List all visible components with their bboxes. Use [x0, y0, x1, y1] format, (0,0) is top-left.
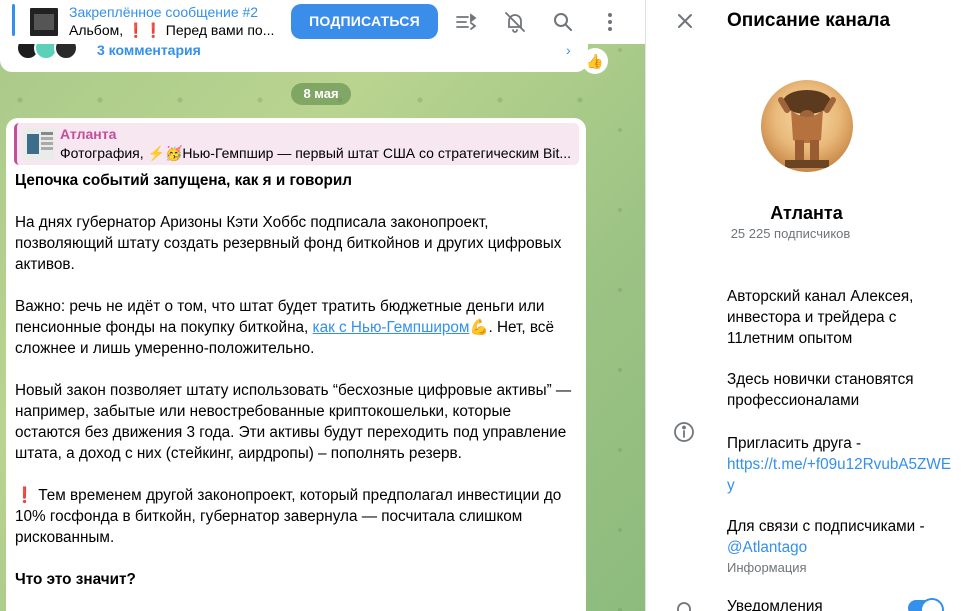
description-line: Здесь новички становятся профессионалами — [727, 371, 914, 409]
exclamation-icon: ❗ — [15, 487, 35, 504]
flex-emoji: 💪 — [469, 319, 489, 336]
info-caption: Информация — [727, 560, 807, 575]
chevron-right-icon[interactable]: › — [566, 42, 571, 58]
channel-message: Атланта Фотография, ⚡🥳Нью-Гемпшир — перв… — [6, 118, 586, 611]
subscriber-count: 25 225 подписчиков — [730, 226, 851, 241]
chat-area: 3 комментария › 👍 8 мая Атланта Фотограф… — [0, 0, 645, 611]
description-line: Авторский канал Алексея, инвестора и тре… — [727, 288, 914, 347]
close-icon[interactable] — [673, 9, 697, 33]
notifications-toggle[interactable] — [908, 598, 944, 611]
invite-link[interactable]: https://t.me/+f09u12RvubA5ZWEy — [727, 454, 952, 496]
paragraph-text: Тем временем другой законопроект, которы… — [15, 487, 562, 546]
pinned-message[interactable]: Закреплённое сообщение #2 Альбом, ❗❗ Пер… — [69, 3, 279, 40]
search-icon[interactable] — [551, 10, 575, 34]
reply-thumbnail — [23, 128, 55, 160]
info-icon — [672, 420, 696, 444]
channel-name: Атланта — [770, 203, 843, 223]
pinned-thumbnail[interactable] — [10, 6, 64, 38]
channel-avatar[interactable] — [761, 80, 853, 172]
channel-info-panel: Описание канала Атланта 25 225 подписчик… — [645, 0, 966, 611]
notifications-label: Уведомления — [727, 598, 823, 611]
message-paragraph: ❗ Тем временем другой законопроект, кото… — [15, 485, 580, 548]
reply-preview[interactable]: Атланта Фотография, ⚡🥳Нью-Гемпшир — перв… — [14, 123, 579, 165]
description-block: Пригласить друга - https://t.me/+f09u12R… — [727, 433, 952, 496]
chat-header: Закреплённое сообщение #2 Альбом, ❗❗ Пер… — [0, 0, 645, 44]
message-heading: Цепочка событий запущена, как я и говори… — [15, 172, 353, 189]
more-vertical-icon[interactable] — [598, 10, 622, 34]
comments-link[interactable]: 3 комментария — [97, 42, 201, 58]
invite-label: Пригласить друга - — [727, 435, 862, 452]
bell-icon — [672, 598, 696, 611]
reply-author: Атланта — [60, 126, 117, 142]
contact-link[interactable]: @Atlantago — [727, 537, 952, 558]
pinned-subtitle: Альбом, ❗❗ Перед вами по... — [69, 22, 275, 38]
pinned-thumbnail-image — [28, 6, 60, 38]
message-paragraph: Новый закон позволяет штату использовать… — [15, 382, 572, 462]
description-block: Для связи с подписчиками - @Atlantago — [727, 516, 952, 558]
message-paragraph: Важно: речь не идёт о том, что штат буде… — [15, 296, 580, 359]
message-paragraph: На днях губернатор Аризоны Кэти Хоббс по… — [15, 214, 562, 273]
contact-label: Для связи с подписчиками - — [727, 518, 925, 535]
date-separator: 8 мая — [291, 83, 351, 105]
livestream-icon[interactable] — [454, 10, 478, 34]
mute-bell-icon[interactable] — [503, 10, 527, 34]
message-link[interactable]: как с Нью-Гемпширом — [313, 319, 470, 336]
panel-title: Описание канала — [727, 10, 891, 31]
message-subheading: Что это значит? — [15, 571, 136, 588]
reaction-badge[interactable]: 👍 — [582, 48, 608, 74]
pinned-title: Закреплённое сообщение #2 — [69, 4, 259, 20]
subscribe-button[interactable]: ПОДПИСАТЬСЯ — [291, 4, 438, 39]
reply-text: Фотография, ⚡🥳Нью-Гемпшир — первый штат … — [60, 145, 572, 161]
message-text: Цепочка событий запущена, как я и говори… — [15, 170, 580, 611]
previous-post-footer[interactable] — [0, 44, 588, 72]
